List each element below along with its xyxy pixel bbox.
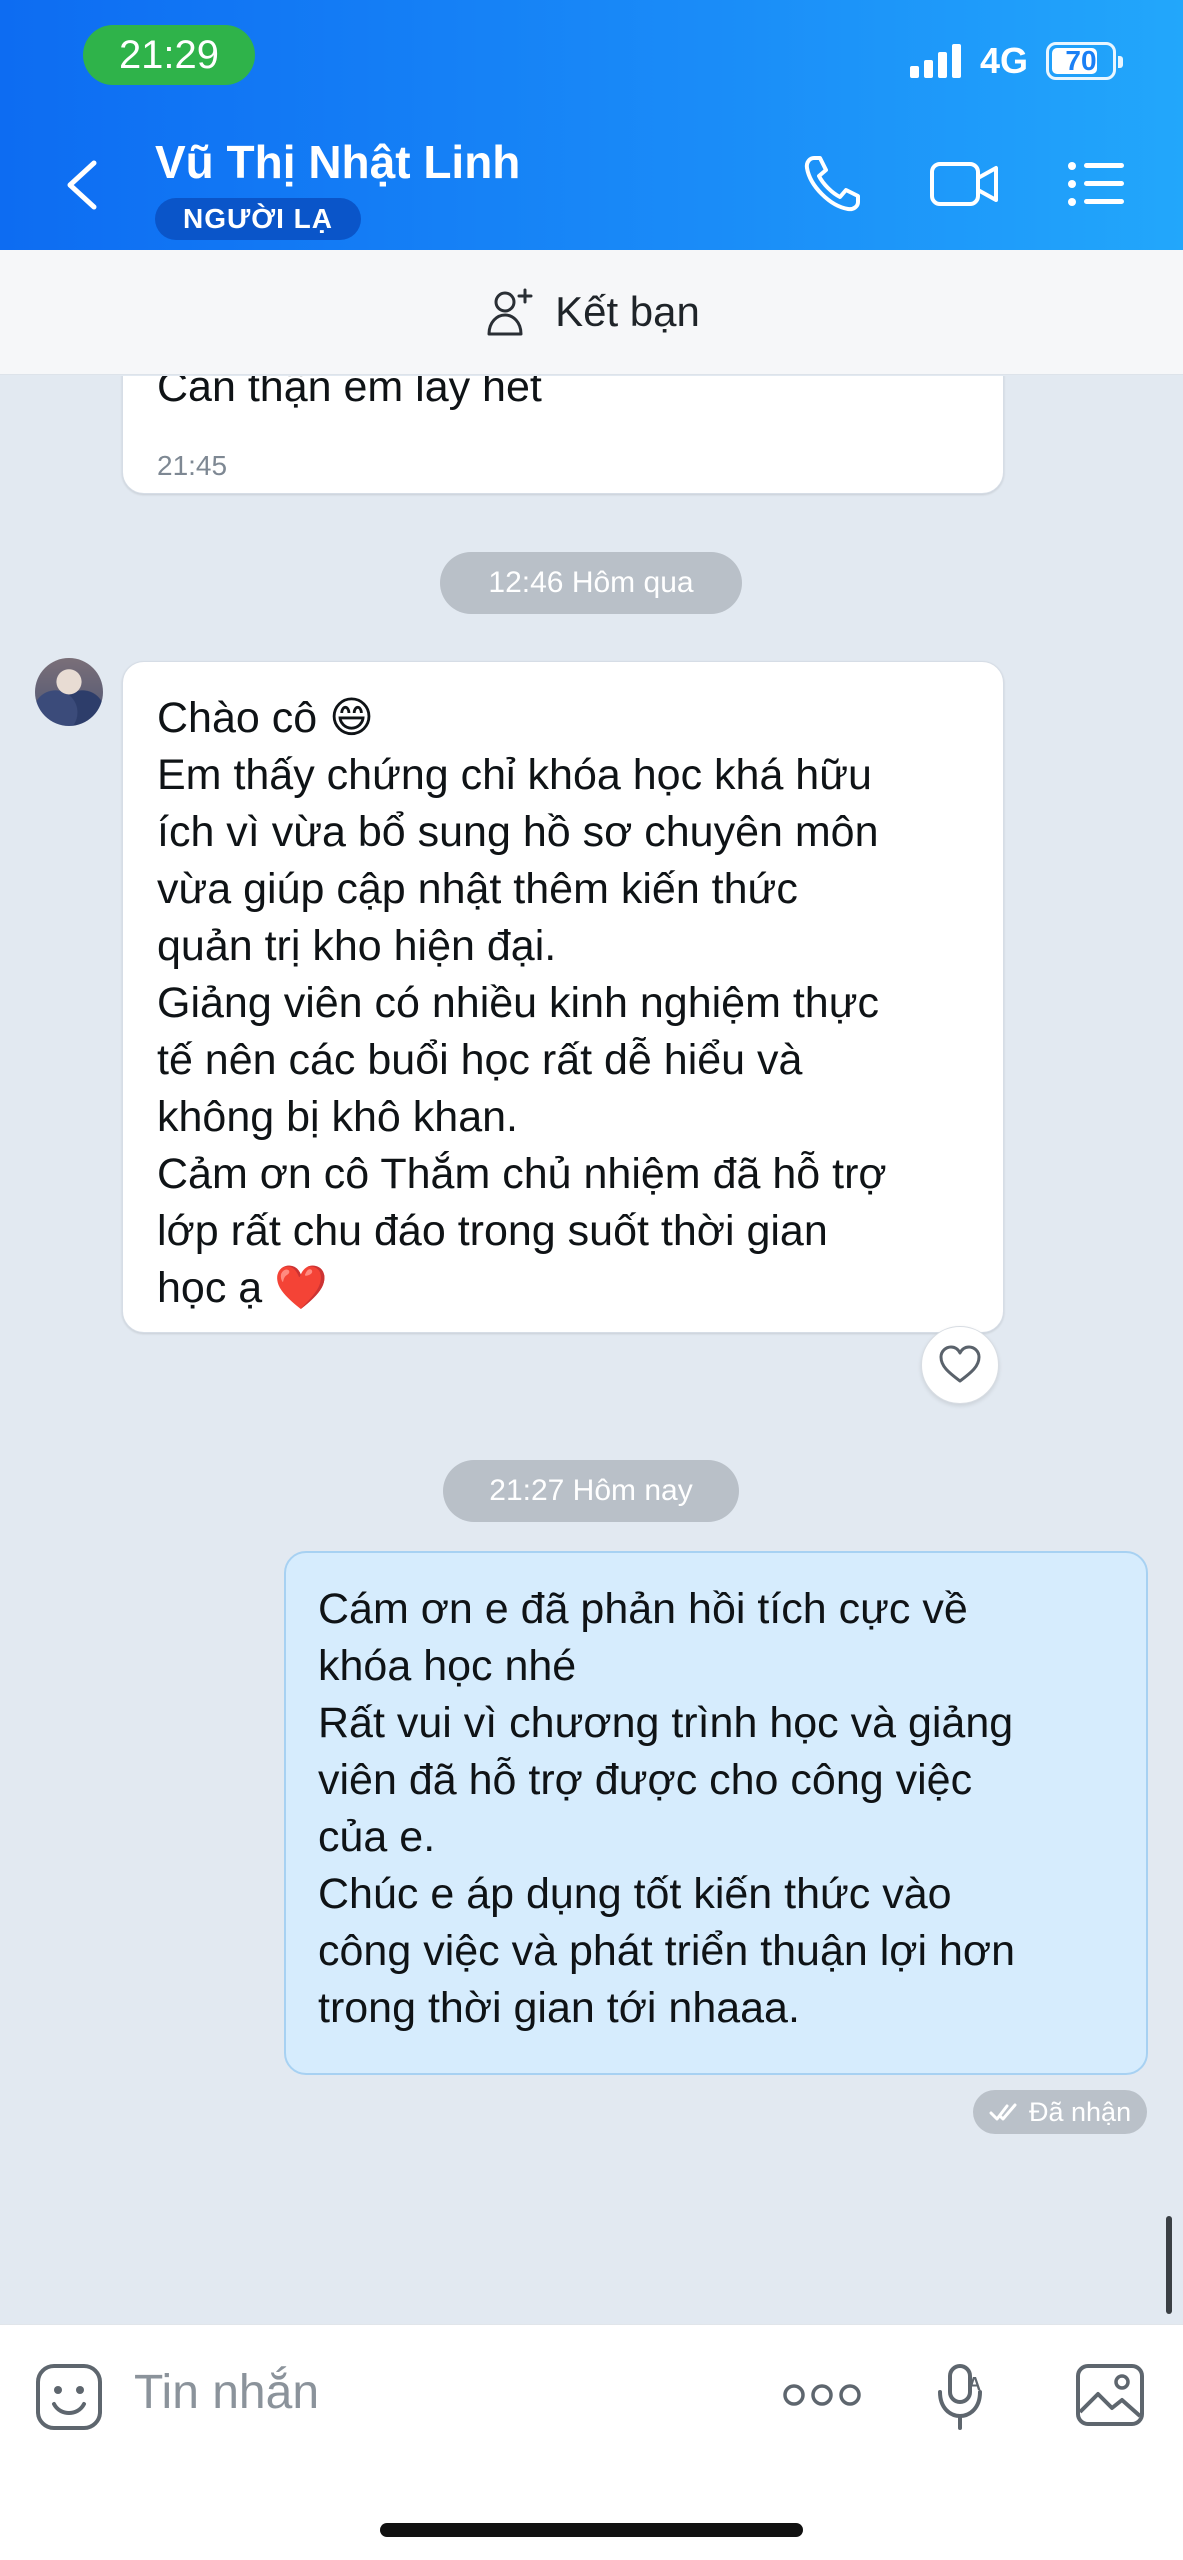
chevron-left-icon [67, 160, 97, 210]
message-text: Chào cô 😄 Em thấy chứng chỉ khóa học khá… [157, 690, 969, 1317]
status-time: 21:29 [83, 25, 255, 85]
add-user-icon [487, 288, 533, 336]
message-line: Rất vui vì chương trình học và giảng [318, 1699, 1014, 1747]
message-line: Chúc e áp dụng tốt kiến thức vào [318, 1870, 952, 1918]
message-line: tế nên các buổi học rất dễ hiểu và [157, 1036, 803, 1084]
contact-name[interactable]: Vũ Thị Nhật Linh [155, 135, 520, 189]
home-indicator [380, 2523, 803, 2537]
message-line: Cảm ơn cô Thắm chủ nhiệm đã hỗ trợ [157, 1150, 887, 1198]
message-line: của e. [318, 1813, 436, 1861]
date-separator: 12:46 Hôm qua [440, 552, 742, 614]
more-dots-icon [783, 2384, 861, 2406]
message-line: Cám ơn e đã phản hồi tích cực về [318, 1585, 968, 1633]
message-line: ích vì vừa bổ sung hồ sơ chuyên môn [157, 808, 879, 856]
double-check-icon [989, 2103, 1017, 2121]
microphone-icon: A [938, 2364, 982, 2430]
message-bubble-outgoing[interactable]: Cám ơn e đã phản hồi tích cực về khóa họ… [284, 1551, 1148, 2075]
message-time: 21:45 [157, 450, 228, 481]
back-button[interactable] [58, 155, 108, 215]
scrollbar[interactable] [1166, 2216, 1172, 2314]
status-bar: 21:29 4G 70 [0, 0, 1183, 120]
message-bubble-incoming[interactable]: Chào cô 😄 Em thấy chứng chỉ khóa học khá… [122, 661, 1004, 1333]
message-text: Cám ơn e đã phản hồi tích cực về khóa họ… [318, 1581, 1114, 2037]
message-input[interactable]: Tin nhắn [134, 2365, 319, 2420]
message-line: quản trị kho hiện đại. [157, 922, 557, 970]
phone-icon [804, 156, 860, 212]
heart-icon [939, 1345, 981, 1383]
call-button[interactable] [800, 152, 864, 221]
svg-text:A: A [968, 2374, 981, 2394]
message-text: Cẩn thận em lấy hết [157, 376, 542, 411]
list-menu-icon [1068, 162, 1124, 206]
message-line: trong thời gian tới nhaaa. [318, 1984, 800, 2032]
more-button[interactable] [782, 2380, 862, 2415]
message-line: Chào cô 😄 [157, 694, 374, 742]
chat-header: 21:29 4G 70 Vũ Thị Nhật Linh NGƯỜI LẠ [0, 0, 1183, 250]
date-separator: 21:27 Hôm nay [443, 1460, 739, 1522]
message-line: lớp rất chu đáo trong suốt thời gian [157, 1207, 828, 1255]
message-line: viên đã hỗ trợ được cho công việc [318, 1756, 973, 1804]
message-line: công việc và phát triển thuận lợi hơn [318, 1927, 1016, 1975]
add-friend-label: Kết bạn [555, 288, 700, 335]
add-friend-bar[interactable]: Kết bạn [0, 250, 1183, 375]
stranger-badge: NGƯỜI LẠ [155, 198, 361, 240]
delivery-status: Đã nhận [973, 2090, 1148, 2134]
image-icon [1076, 2364, 1144, 2426]
image-button[interactable] [1074, 2362, 1146, 2433]
network-label: 4G [980, 40, 1029, 81]
emoji-icon [36, 2364, 102, 2430]
message-line: Em thấy chứng chỉ khóa học khá hữu [157, 751, 872, 799]
video-call-button[interactable] [928, 152, 1002, 221]
react-button[interactable] [921, 1326, 999, 1404]
message-input-bar: Tin nhắn A [0, 2324, 1183, 2560]
message-line: khóa học nhé [318, 1642, 577, 1690]
voice-button[interactable]: A [934, 2362, 990, 2439]
avatar[interactable] [35, 658, 103, 726]
message-line: không bị khô khan. [157, 1093, 518, 1141]
message-line: học ạ ❤️ [157, 1264, 328, 1312]
battery-level: 70 [1065, 45, 1097, 76]
menu-button[interactable] [1064, 152, 1128, 221]
message-line: vừa giúp cập nhật thêm kiến thức [157, 865, 798, 913]
video-camera-icon [930, 162, 998, 206]
message-list[interactable]: Cẩn thận em lấy hết 21:45 12:46 Hôm qua … [0, 376, 1183, 2324]
delivery-status-label: Đã nhận [1029, 2096, 1132, 2127]
message-bubble-previous[interactable]: Cẩn thận em lấy hết 21:45 [122, 376, 1004, 494]
message-line: Giảng viên có nhiều kinh nghiệm thực [157, 979, 879, 1027]
battery-icon: 70 [1046, 42, 1123, 80]
signal-icon [910, 42, 961, 78]
sticker-button[interactable] [34, 2362, 104, 2437]
